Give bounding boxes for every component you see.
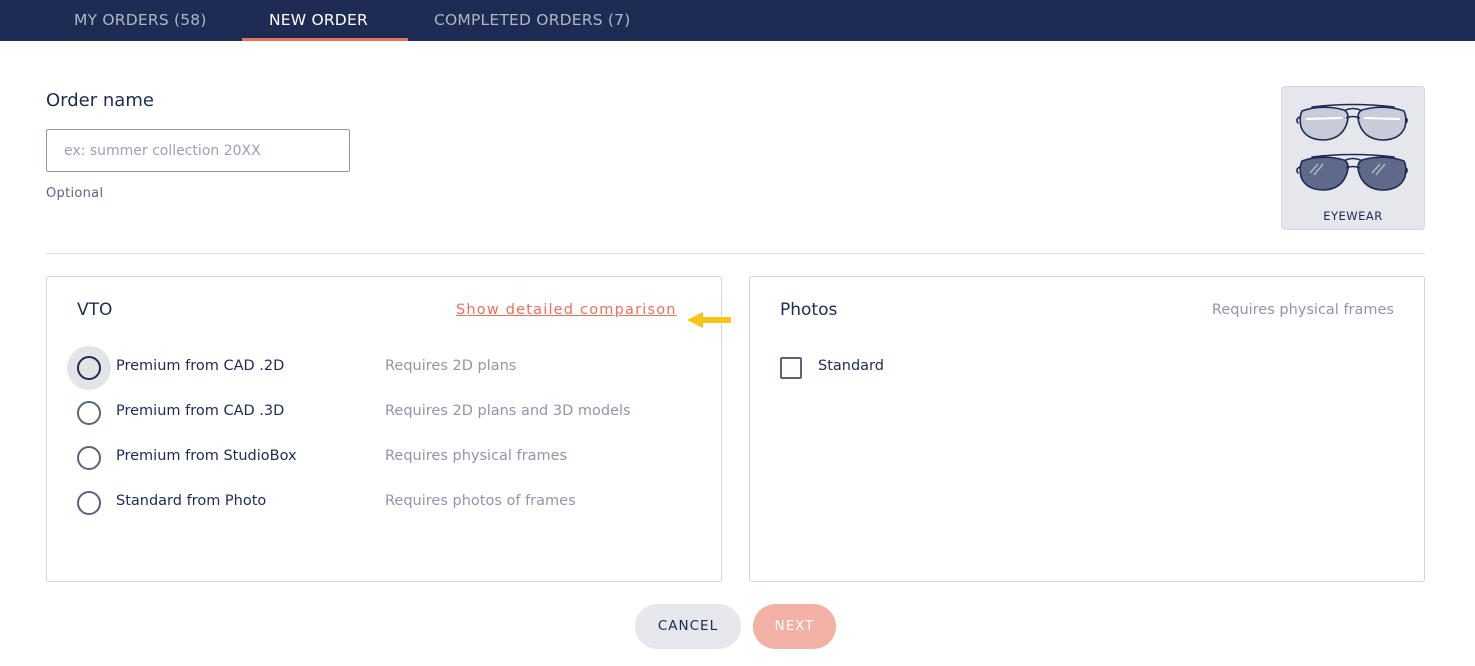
vto-option-standard-photo[interactable]: Standard from Photo Requires photos of f… (67, 481, 707, 525)
radio-focus-ring (67, 346, 111, 390)
vto-panel: VTO Show detailed comparison Premium fro… (46, 276, 731, 582)
vto-title: VTO (77, 300, 113, 320)
option-label: Premium from CAD .2D (116, 358, 285, 374)
option-label: Premium from CAD .3D (116, 403, 285, 419)
section-divider (46, 253, 1425, 254)
active-tab-indicator (242, 38, 408, 41)
radio-button[interactable] (77, 401, 101, 425)
radio-focus-ring (67, 481, 111, 525)
radio-focus-ring (67, 436, 111, 480)
photos-requirement: Requires physical frames (1211, 302, 1394, 318)
top-navigation: MY ORDERS (58) NEW ORDER COMPLETED ORDER… (0, 0, 1475, 41)
option-requirement: Requires 2D plans and 3D models (385, 403, 631, 419)
radio-button[interactable] (77, 491, 101, 515)
standard-photos-label[interactable]: Standard (818, 358, 884, 374)
radio-focus-ring (67, 391, 111, 435)
tab-my-orders[interactable]: MY ORDERS (58) (74, 0, 207, 41)
standard-photos-checkbox[interactable] (780, 357, 802, 379)
show-detailed-comparison-link[interactable]: Show detailed comparison (456, 302, 677, 318)
option-label: Standard from Photo (116, 493, 267, 509)
eyewear-category-card[interactable]: EYEWEAR (1281, 86, 1425, 230)
aviator-sunglasses-icon (1296, 103, 1408, 191)
next-button[interactable]: NEXT (753, 604, 836, 649)
vto-option-studiobox[interactable]: Premium from StudioBox Requires physical… (67, 436, 707, 480)
option-requirement: Requires 2D plans (385, 358, 517, 374)
tab-new-order[interactable]: NEW ORDER (269, 0, 368, 41)
tab-completed-orders[interactable]: COMPLETED ORDERS (7) (434, 0, 631, 41)
order-name-label: Order name (46, 90, 154, 111)
radio-button[interactable] (77, 446, 101, 470)
radio-button[interactable] (77, 356, 101, 380)
cancel-button[interactable]: CANCEL (635, 604, 741, 649)
order-name-input[interactable] (46, 129, 350, 172)
photos-panel: Photos Requires physical frames Standard (749, 276, 1425, 582)
annotation-arrow-icon (687, 312, 731, 328)
vto-option-cad-3d[interactable]: Premium from CAD .3D Requires 2D plans a… (67, 391, 707, 435)
option-requirement: Requires physical frames (385, 448, 568, 464)
option-label: Premium from StudioBox (116, 448, 297, 464)
option-requirement: Requires photos of frames (385, 493, 576, 509)
photos-title: Photos (780, 300, 838, 320)
vto-option-cad-2d[interactable]: Premium from CAD .2D Requires 2D plans (67, 346, 707, 390)
eyewear-label: EYEWEAR (1323, 209, 1383, 223)
optional-hint: Optional (46, 186, 104, 201)
